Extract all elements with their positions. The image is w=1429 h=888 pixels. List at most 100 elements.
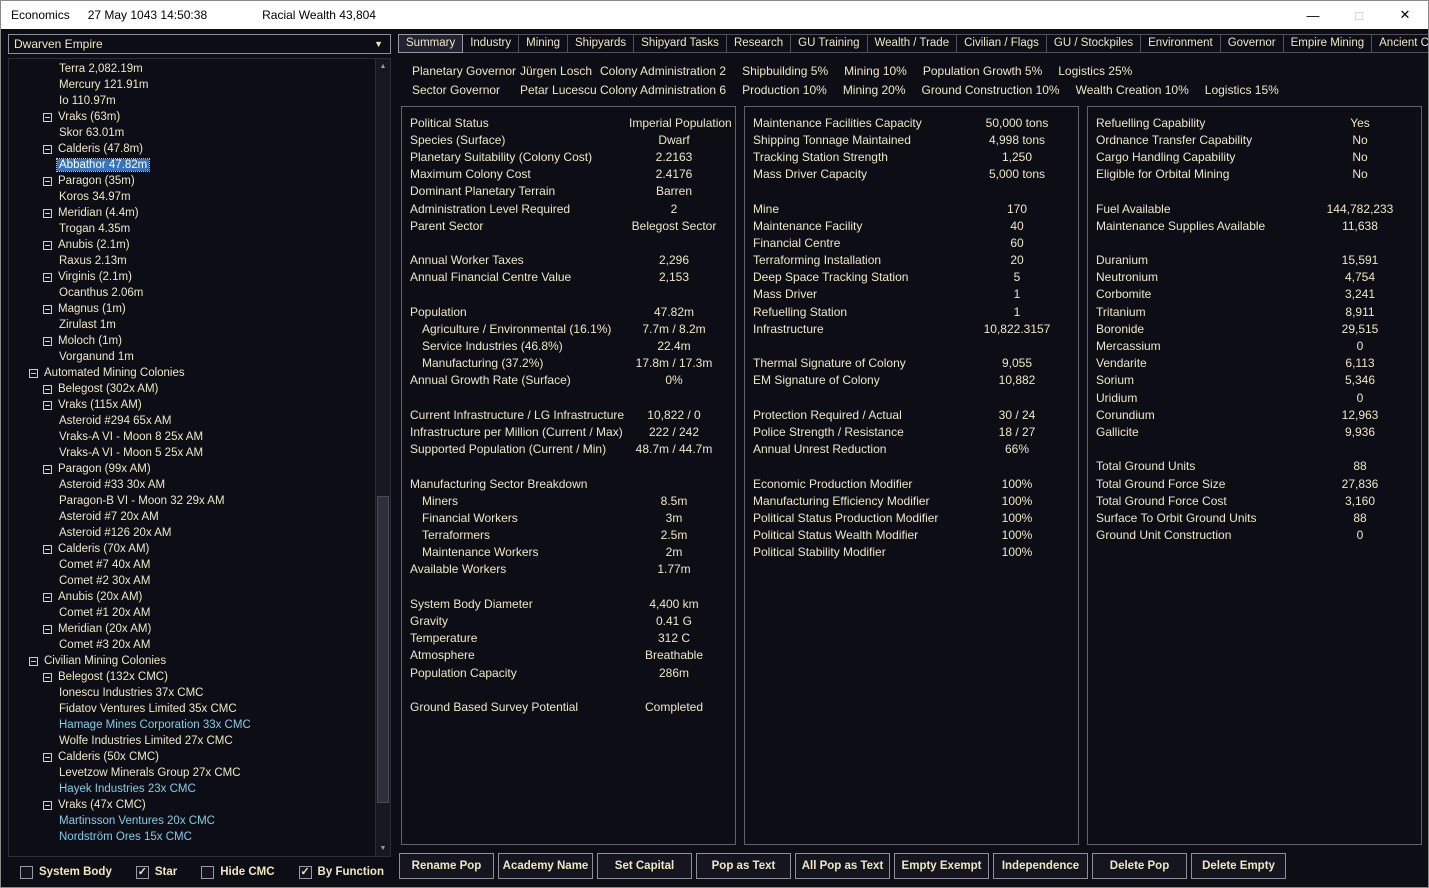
tree-item[interactable]: Vraks (63m) xyxy=(9,109,375,125)
checkbox-checked-icon[interactable]: ✓ xyxy=(136,866,149,879)
tree-item[interactable]: Comet #7 40x AM xyxy=(9,557,375,573)
tree-item[interactable]: Paragon (35m) xyxy=(9,173,375,189)
minimize-icon[interactable]: — xyxy=(1290,1,1336,29)
scrollbar-thumb[interactable] xyxy=(377,496,389,803)
tree-expand-icon[interactable] xyxy=(43,465,52,474)
tree-item[interactable]: Fidatov Ventures Limited 35x CMC xyxy=(9,701,375,717)
tree-item[interactable]: Wolfe Industries Limited 27x CMC xyxy=(9,733,375,749)
scroll-up-icon[interactable]: ▲ xyxy=(376,59,390,74)
tree-item[interactable]: Vorganund 1m xyxy=(9,349,375,365)
tree-expand-icon[interactable] xyxy=(29,657,38,666)
tree-item[interactable]: Anubis (2.1m) xyxy=(9,237,375,253)
tree-item[interactable]: Magnus (1m) xyxy=(9,301,375,317)
tab-shipyard-tasks[interactable]: Shipyard Tasks xyxy=(633,34,727,53)
checkbox-by-function[interactable]: ✓By Function xyxy=(299,866,384,879)
maximize-icon[interactable]: □ xyxy=(1336,1,1382,29)
scrollbar-track[interactable] xyxy=(376,74,390,841)
scroll-down-icon[interactable]: ▼ xyxy=(376,841,390,856)
tree-item[interactable]: Automated Mining Colonies xyxy=(9,365,375,381)
tree-item[interactable]: Ionescu Industries 37x CMC xyxy=(9,685,375,701)
tree-expand-icon[interactable] xyxy=(43,801,52,810)
tree-item[interactable]: Calderis (47.8m) xyxy=(9,141,375,157)
tree-expand-icon[interactable] xyxy=(43,337,52,346)
tree-expand-icon[interactable] xyxy=(43,113,52,122)
tree-item[interactable]: Paragon-B VI - Moon 32 29x AM xyxy=(9,493,375,509)
tree-item[interactable]: Hayek Industries 23x CMC xyxy=(9,781,375,797)
tab-ancient-constructs[interactable]: Ancient Constructs xyxy=(1371,34,1429,53)
tree-expand-icon[interactable] xyxy=(43,625,52,634)
tab-civilian-flags[interactable]: Civilian / Flags xyxy=(956,34,1047,53)
tree-item[interactable]: Io 110.97m xyxy=(9,93,375,109)
tree-item[interactable]: Moloch (1m) xyxy=(9,333,375,349)
checkbox-system-body[interactable]: System Body xyxy=(20,866,112,879)
tree-expand-icon[interactable] xyxy=(43,753,52,762)
tree-item[interactable]: Zirulast 1m xyxy=(9,317,375,333)
tree-item[interactable]: Vraks-A VI - Moon 5 25x AM xyxy=(9,445,375,461)
tree-expand-icon[interactable] xyxy=(43,273,52,282)
tab-industry[interactable]: Industry xyxy=(462,34,519,53)
close-icon[interactable]: ✕ xyxy=(1382,1,1428,29)
set-capital-button[interactable]: Set Capital xyxy=(597,853,692,879)
tree-item[interactable]: Virginis (2.1m) xyxy=(9,269,375,285)
tree-item[interactable]: Comet #3 20x AM xyxy=(9,637,375,653)
tree-scrollbar[interactable]: ▲ ▼ xyxy=(375,59,390,856)
tree-item[interactable]: Martinsson Ventures 20x CMC xyxy=(9,813,375,829)
rename-pop-button[interactable]: Rename Pop xyxy=(399,853,494,879)
tree-expand-icon[interactable] xyxy=(43,209,52,218)
tree-expand-icon[interactable] xyxy=(43,177,52,186)
tree-item[interactable]: Levetzow Minerals Group 27x CMC xyxy=(9,765,375,781)
tree-item[interactable]: Trogan 4.35m xyxy=(9,221,375,237)
tree-expand-icon[interactable] xyxy=(43,593,52,602)
tree-item[interactable]: Meridian (20x AM) xyxy=(9,621,375,637)
tree-item[interactable]: Paragon (99x AM) xyxy=(9,461,375,477)
tree-item[interactable]: Belegost (302x AM) xyxy=(9,381,375,397)
delete-pop-button[interactable]: Delete Pop xyxy=(1092,853,1187,879)
tree-expand-icon[interactable] xyxy=(43,401,52,410)
tree-item[interactable]: Comet #1 20x AM xyxy=(9,605,375,621)
tab-wealth-trade[interactable]: Wealth / Trade xyxy=(867,34,958,53)
checkbox-unchecked-icon[interactable] xyxy=(201,866,214,879)
tree-item[interactable]: Ocanthus 2.06m xyxy=(9,285,375,301)
all-pop-as-text-button[interactable]: All Pop as Text xyxy=(795,853,890,879)
tree-expand-icon[interactable] xyxy=(43,385,52,394)
tree-expand-icon[interactable] xyxy=(29,369,38,378)
tree-item[interactable]: Asteroid #126 20x AM xyxy=(9,525,375,541)
checkbox-checked-icon[interactable]: ✓ xyxy=(299,866,312,879)
tab-gu-training[interactable]: GU Training xyxy=(790,34,867,53)
tab-summary[interactable]: Summary xyxy=(398,34,463,53)
tab-gu-stockpiles[interactable]: GU / Stockpiles xyxy=(1046,34,1141,53)
checkbox-unchecked-icon[interactable] xyxy=(20,866,33,879)
tab-research[interactable]: Research xyxy=(726,34,791,53)
tree-item[interactable]: Abbathor 47.82m xyxy=(9,157,375,173)
tree-item[interactable]: Belegost (132x CMC) xyxy=(9,669,375,685)
tree-item[interactable]: Nordström Ores 15x CMC xyxy=(9,829,375,845)
tab-empire-mining[interactable]: Empire Mining xyxy=(1283,34,1373,53)
tree-item[interactable]: Vraks (115x AM) xyxy=(9,397,375,413)
delete-empty-button[interactable]: Delete Empty xyxy=(1191,853,1286,879)
empty-exempt-button[interactable]: Empty Exempt xyxy=(894,853,989,879)
tree-item[interactable]: Vraks (47x CMC) xyxy=(9,797,375,813)
checkbox-star[interactable]: ✓Star xyxy=(136,866,177,879)
tree-item[interactable]: Mercury 121.91m xyxy=(9,77,375,93)
tree-item[interactable]: Hamage Mines Corporation 33x CMC xyxy=(9,717,375,733)
tree-item[interactable]: Anubis (20x AM) xyxy=(9,589,375,605)
tree-expand-icon[interactable] xyxy=(43,305,52,314)
tree-item[interactable]: Calderis (70x AM) xyxy=(9,541,375,557)
tree-item[interactable]: Koros 34.97m xyxy=(9,189,375,205)
tab-governor[interactable]: Governor xyxy=(1220,34,1284,53)
tree-item[interactable]: Meridian (4.4m) xyxy=(9,205,375,221)
tree-item[interactable]: Comet #2 30x AM xyxy=(9,573,375,589)
tree-expand-icon[interactable] xyxy=(43,241,52,250)
tab-shipyards[interactable]: Shipyards xyxy=(567,34,634,53)
tree-item[interactable]: Skor 63.01m xyxy=(9,125,375,141)
tab-mining[interactable]: Mining xyxy=(518,34,568,53)
tree-item[interactable]: Raxus 2.13m xyxy=(9,253,375,269)
tree-item[interactable]: Calderis (50x CMC) xyxy=(9,749,375,765)
independence-button[interactable]: Independence xyxy=(993,853,1088,879)
academy-name-button[interactable]: Academy Name xyxy=(498,853,593,879)
tree-expand-icon[interactable] xyxy=(43,545,52,554)
tree-item[interactable]: Vraks-A VI - Moon 8 25x AM xyxy=(9,429,375,445)
pop-as-text-button[interactable]: Pop as Text xyxy=(696,853,791,879)
tree-item[interactable]: Asteroid #33 30x AM xyxy=(9,477,375,493)
tab-environment[interactable]: Environment xyxy=(1140,34,1221,53)
